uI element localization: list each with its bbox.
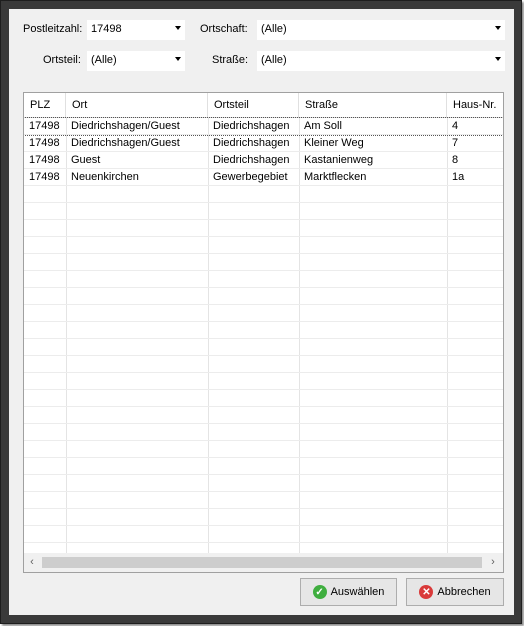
address-grid[interactable]: PLZ Ort Ortsteil Straße Haus-Nr. 17498 Diedri… xyxy=(23,92,504,573)
row-divider xyxy=(24,423,503,424)
table-row[interactable]: 17498 Diedrichshagen/Guest Diedrichshagen K… xyxy=(24,135,503,152)
row-divider xyxy=(24,270,503,271)
chevron-down-icon[interactable] xyxy=(495,26,501,30)
row-divider xyxy=(24,287,503,288)
cancel-button[interactable]: ✕ Abbrechen xyxy=(406,578,504,606)
cell-col-plz: 17498 xyxy=(29,171,60,183)
row-divider xyxy=(24,321,503,322)
dialog-client: Postleitzahl: 17498 Ortschaft: (Alle) Or… xyxy=(9,9,514,615)
cell-col-ortsteil: Diedrichshagen xyxy=(213,137,290,149)
cell-col-hausnr: 1a xyxy=(452,171,465,183)
ortsteil-value: (Alle) xyxy=(91,54,117,66)
row-divider xyxy=(24,372,503,373)
postleitzahl-label: Postleitzahl: xyxy=(23,23,83,35)
checkmark-icon: ✓ xyxy=(312,585,327,599)
chevron-down-icon[interactable] xyxy=(175,57,181,61)
cell-col-strasse: Marktflecken xyxy=(304,171,367,183)
row-divider xyxy=(24,253,503,254)
cell-col-ortsteil: Diedrichshagen xyxy=(213,154,290,166)
row-divider xyxy=(24,406,503,407)
ortschaft-value: (Alle) xyxy=(261,23,287,35)
row-divider xyxy=(24,236,503,237)
select-button-label: Auswählen xyxy=(330,586,385,598)
ortsteil-combo[interactable]: (Alle) xyxy=(87,51,185,71)
scrollbar-thumb[interactable] xyxy=(42,557,482,568)
row-divider xyxy=(24,219,503,220)
cell-col-hausnr: 7 xyxy=(452,137,459,149)
strasse-combo[interactable]: (Alle) xyxy=(257,51,505,71)
horizontal-scrollbar[interactable]: ‹ › xyxy=(24,553,503,572)
cell-col-strasse: Am Soll xyxy=(304,120,342,132)
cell-col-hausnr: 8 xyxy=(452,154,459,166)
chevron-down-icon[interactable] xyxy=(495,57,501,61)
header-col-plz[interactable]: PLZ xyxy=(24,93,66,117)
table-row[interactable]: 17498 Guest Diedrichshagen Kastanienweg 8 xyxy=(24,152,503,169)
table-row[interactable]: 17498 Diedrichshagen/Guest Diedrichshagen A… xyxy=(24,117,503,136)
header-col-ort[interactable]: Ort xyxy=(66,93,208,117)
grid-header: PLZ Ort Ortsteil Straße Haus-Nr. xyxy=(24,93,503,118)
cell-col-plz: 17498 xyxy=(29,154,60,166)
cell-col-plz: 17498 xyxy=(29,137,60,149)
ortschaft-combo[interactable]: (Alle) xyxy=(257,20,505,40)
cell-col-plz: 17498 xyxy=(29,120,60,132)
table-row[interactable]: 17498 Neuenkirchen Gewerbegebiet Marktfleck… xyxy=(24,169,503,186)
scroll-right-icon[interactable]: › xyxy=(487,556,499,568)
cell-col-strasse: Kleiner Weg xyxy=(304,137,364,149)
row-divider xyxy=(24,355,503,356)
row-divider xyxy=(24,542,503,543)
cell-col-ort: Neuenkirchen xyxy=(71,171,139,183)
header-col-ortsteil[interactable]: Ortsteil xyxy=(208,93,299,117)
postleitzahl-combo[interactable]: 17498 xyxy=(87,20,185,40)
row-divider xyxy=(24,338,503,339)
dialog-frame: Postleitzahl: 17498 Ortschaft: (Alle) Or… xyxy=(0,0,522,624)
strasse-value: (Alle) xyxy=(261,54,287,66)
row-divider xyxy=(24,491,503,492)
scroll-left-icon[interactable]: ‹ xyxy=(26,556,38,568)
cell-col-ort: Diedrichshagen/Guest xyxy=(71,120,180,132)
cell-col-ort: Guest xyxy=(71,154,101,166)
cancel-icon: ✕ xyxy=(419,585,434,599)
ortschaft-label: Ortschaft: xyxy=(200,23,248,35)
row-divider xyxy=(24,474,503,475)
chevron-down-icon[interactable] xyxy=(175,26,181,30)
select-button[interactable]: ✓ Auswählen xyxy=(300,578,397,606)
row-divider xyxy=(24,457,503,458)
cell-col-hausnr: 4 xyxy=(452,120,459,132)
cell-col-ort: Diedrichshagen/Guest xyxy=(71,137,180,149)
cell-col-ortsteil: Gewerbegebiet xyxy=(213,171,288,183)
row-divider xyxy=(24,508,503,509)
header-col-hausnr[interactable]: Haus-Nr. xyxy=(447,93,503,117)
row-divider xyxy=(24,202,503,203)
header-col-strasse[interactable]: Straße xyxy=(299,93,447,117)
row-divider xyxy=(24,389,503,390)
cell-col-ortsteil: Diedrichshagen xyxy=(213,120,290,132)
row-divider xyxy=(24,304,503,305)
postleitzahl-value: 17498 xyxy=(91,23,122,35)
row-divider xyxy=(24,440,503,441)
cell-col-strasse: Kastanienweg xyxy=(304,154,374,166)
row-divider xyxy=(24,525,503,526)
strasse-label: Straße: xyxy=(212,54,249,66)
cancel-button-label: Abbrechen xyxy=(437,586,491,598)
ortsteil-label: Ortsteil: xyxy=(43,54,81,66)
